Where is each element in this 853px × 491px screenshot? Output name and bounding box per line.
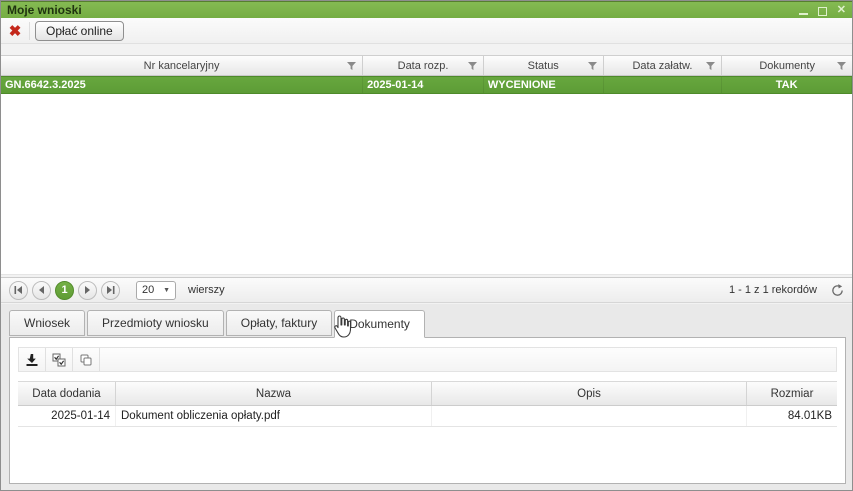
prev-page-icon (38, 286, 45, 294)
cancel-x-icon[interactable]: ✖ (6, 22, 24, 40)
main-toolbar: ✖ Opłać online (1, 18, 852, 44)
pager-bar: 1 20 ▼ wierszy 1 - 1 z 1 rekordów (1, 277, 852, 303)
window-title: Moje wnioski (7, 3, 82, 17)
prev-page-button[interactable] (32, 281, 51, 300)
records-count-label: 1 - 1 z 1 rekordów (729, 284, 817, 296)
current-page-button[interactable]: 1 (55, 281, 74, 300)
documents-header-row: Data dodania Nazwa Opis Rozmiar (18, 382, 837, 406)
tab-wniosek[interactable]: Wniosek (9, 310, 85, 336)
pay-online-button[interactable]: Opłać online (35, 21, 124, 41)
rows-label: wierszy (188, 284, 225, 296)
details-region: Wniosek Przedmioty wniosku Opłaty, faktu… (1, 304, 852, 491)
tab-oplaty-faktury[interactable]: Opłaty, faktury (226, 310, 332, 336)
titlebar: Moje wnioski ✕ (1, 1, 852, 18)
cell-data-rozp: 2025-01-14 (363, 77, 484, 93)
page-size-value: 20 (142, 284, 163, 296)
minimize-icon[interactable] (799, 6, 808, 15)
refresh-button[interactable] (831, 284, 844, 297)
page-size-select[interactable]: 20 ▼ (136, 281, 176, 300)
tab-strip: Wniosek Przedmioty wniosku Opłaty, faktu… (9, 310, 425, 338)
window-controls: ✕ (799, 5, 846, 16)
filter-icon[interactable] (588, 62, 597, 71)
filter-icon[interactable] (837, 62, 846, 71)
column-header-data-zalatw[interactable]: Data załatw. (604, 56, 723, 75)
doc-cell-opis (432, 406, 747, 426)
filter-icon[interactable] (706, 62, 715, 71)
table-row[interactable]: 2025-01-14 Dokument obliczenia opłaty.pd… (18, 406, 837, 427)
doc-column-header-data-dodania[interactable]: Data dodania (18, 382, 116, 405)
documents-toolbar (18, 347, 837, 372)
select-all-icon (52, 353, 66, 367)
filter-icon[interactable] (468, 62, 477, 71)
applications-grid: Nr kancelaryjny Data rozp. Status Data z… (1, 55, 852, 275)
next-page-button[interactable] (78, 281, 97, 300)
cell-data-zalatw (604, 77, 723, 93)
toolbar-separator (29, 22, 30, 40)
cell-nr-kancelaryjny: GN.6642.3.2025 (1, 77, 363, 93)
grid-header-row: Nr kancelaryjny Data rozp. Status Data z… (1, 55, 852, 76)
download-icon (25, 353, 39, 367)
maximize-icon[interactable] (818, 7, 827, 16)
dokumenty-panel: Data dodania Nazwa Opis Rozmiar 2025-01-… (9, 337, 846, 484)
column-header-dokumenty[interactable]: Dokumenty (722, 56, 852, 75)
download-button[interactable] (19, 348, 46, 371)
last-page-button[interactable] (101, 281, 120, 300)
grid-empty-area (1, 94, 852, 275)
last-page-icon (106, 286, 115, 294)
column-header-data-rozp[interactable]: Data rozp. (363, 56, 484, 75)
documents-table: Data dodania Nazwa Opis Rozmiar 2025-01-… (18, 381, 837, 427)
filter-icon[interactable] (347, 62, 356, 71)
chevron-down-icon: ▼ (163, 287, 170, 294)
refresh-icon (831, 284, 844, 297)
doc-cell-nazwa: Dokument obliczenia opłaty.pdf (116, 406, 432, 426)
first-page-icon (14, 286, 23, 294)
tab-przedmioty-wniosku[interactable]: Przedmioty wniosku (87, 310, 224, 336)
pager-right: 1 - 1 z 1 rekordów (729, 284, 844, 297)
tab-dokumenty[interactable]: Dokumenty (334, 310, 425, 338)
doc-cell-data-dodania: 2025-01-14 (18, 406, 116, 426)
first-page-button[interactable] (9, 281, 28, 300)
column-header-nr-kancelaryjny[interactable]: Nr kancelaryjny (1, 56, 363, 75)
cell-dokumenty: TAK (722, 77, 852, 93)
doc-column-header-rozmiar[interactable]: Rozmiar (747, 382, 837, 405)
cell-status: WYCENIONE (484, 77, 604, 93)
copy-button[interactable] (73, 348, 100, 371)
doc-column-header-nazwa[interactable]: Nazwa (116, 382, 432, 405)
select-all-button[interactable] (46, 348, 73, 371)
copy-icon (79, 353, 93, 367)
moje-wnioski-window: Moje wnioski ✕ ✖ Opłać online Nr kancela… (0, 0, 853, 491)
next-page-icon (84, 286, 91, 294)
table-row[interactable]: GN.6642.3.2025 2025-01-14 WYCENIONE TAK (1, 76, 852, 94)
column-header-status[interactable]: Status (484, 56, 604, 75)
doc-cell-rozmiar: 84.01KB (747, 406, 837, 426)
doc-column-header-opis[interactable]: Opis (432, 382, 747, 405)
close-icon[interactable]: ✕ (837, 6, 846, 15)
